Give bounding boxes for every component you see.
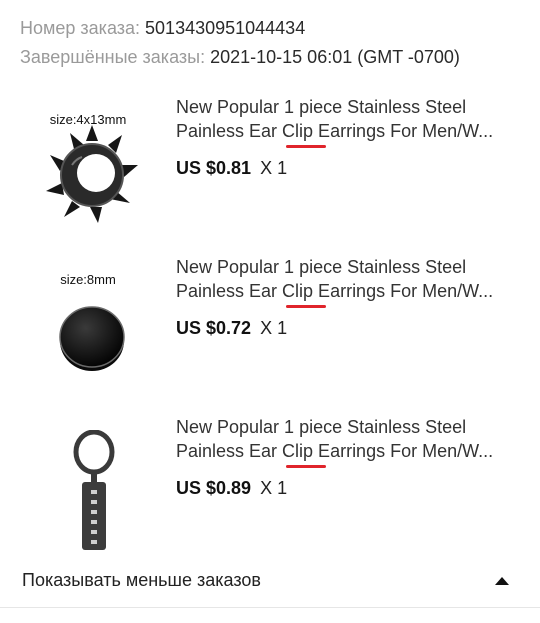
product-image[interactable]: size:8mm bbox=[22, 255, 162, 405]
quantity: X 1 bbox=[260, 318, 288, 338]
highlight-underline bbox=[286, 465, 326, 468]
product-title-line: Painless Ear Clip Earrings For Men/W... bbox=[176, 281, 494, 301]
price: US $0.89 bbox=[176, 478, 252, 498]
price: US $0.81 bbox=[176, 158, 252, 178]
quantity: X 1 bbox=[260, 478, 288, 498]
product-title-line: Painless Ear Clip Earrings For Men/W... bbox=[176, 441, 494, 461]
order-item[interactable]: size:8mm New Popular 1 piece Stainless S… bbox=[0, 255, 540, 405]
completed-date-value: 2021-10-15 06:01 (GMT -0700) bbox=[210, 47, 460, 67]
product-title-line: New Popular 1 piece Stainless Steel bbox=[176, 417, 467, 437]
spiked-hoop-earring-icon bbox=[46, 125, 138, 223]
completed-date-label: Завершённые заказы: bbox=[20, 47, 206, 67]
order-number-value: 5013430951044434 bbox=[145, 18, 306, 38]
price-row: US $0.81 X 1 bbox=[176, 157, 287, 179]
show-fewer-orders-toggle[interactable]: Показывать меньше заказов bbox=[0, 557, 540, 608]
product-title-line: New Popular 1 piece Stainless Steel bbox=[176, 97, 467, 117]
completed-date-row: Завершённые заказы: 2021-10-15 06:01 (GM… bbox=[20, 46, 460, 68]
product-title-line: Painless Ear Clip Earrings For Men/W... bbox=[176, 121, 494, 141]
product-title[interactable]: New Popular 1 piece Stainless Steel Pain… bbox=[176, 255, 521, 303]
product-image[interactable] bbox=[22, 415, 162, 565]
blade-pendant-earring-icon bbox=[73, 430, 115, 550]
product-image[interactable]: size:4x13mm bbox=[22, 95, 162, 245]
product-title-line: New Popular 1 piece Stainless Steel bbox=[176, 257, 467, 277]
show-fewer-orders-label: Показывать меньше заказов bbox=[22, 570, 261, 590]
price-row: US $0.89 X 1 bbox=[176, 477, 287, 499]
highlight-underline bbox=[286, 145, 326, 148]
triangle-up-icon[interactable] bbox=[495, 577, 509, 585]
order-number-row: Номер заказа: 5013430951044434 bbox=[20, 17, 305, 39]
product-title[interactable]: New Popular 1 piece Stainless Steel Pain… bbox=[176, 415, 521, 463]
order-item[interactable]: New Popular 1 piece Stainless Steel Pain… bbox=[0, 415, 540, 565]
quantity: X 1 bbox=[260, 158, 288, 178]
price: US $0.72 bbox=[176, 318, 252, 338]
highlight-underline bbox=[286, 305, 326, 308]
product-title[interactable]: New Popular 1 piece Stainless Steel Pain… bbox=[176, 95, 521, 143]
size-label: size:8mm bbox=[60, 272, 116, 287]
order-number-label: Номер заказа: bbox=[20, 18, 141, 38]
round-stud-earring-icon bbox=[59, 306, 125, 371]
price-row: US $0.72 X 1 bbox=[176, 317, 287, 339]
order-item[interactable]: size:4x13mm New Popular 1 piece Stainles… bbox=[0, 95, 540, 245]
